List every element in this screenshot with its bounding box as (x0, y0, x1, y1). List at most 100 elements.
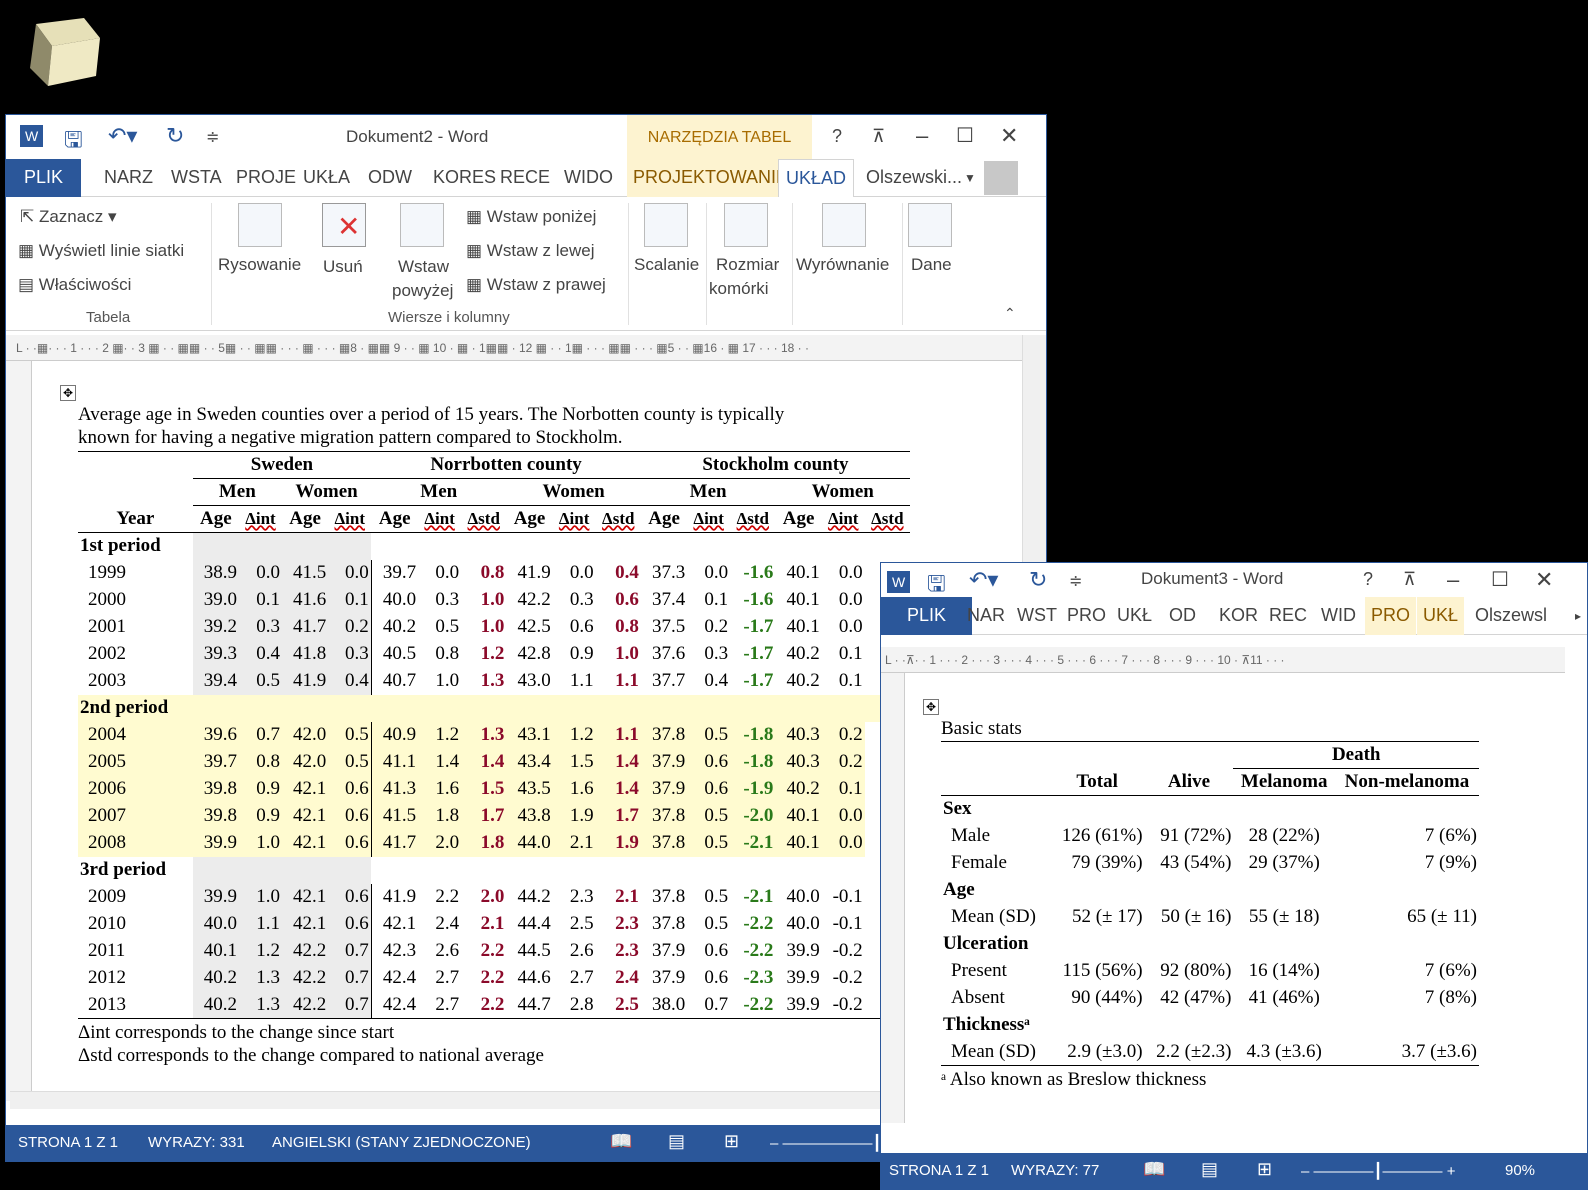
tab-kores[interactable]: KORES (433, 167, 496, 188)
minimize-icon-2[interactable]: – (1447, 567, 1459, 593)
value-cell: 2.2 (480, 967, 505, 988)
tab-wid-2[interactable]: WID (1321, 605, 1356, 626)
close-icon-2[interactable]: ✕ (1535, 567, 1553, 593)
read-mode-icon-2[interactable]: 📖 (1143, 1159, 1165, 1180)
redo-icon[interactable]: ↻ (166, 123, 184, 149)
alignment-icon[interactable] (822, 203, 866, 247)
value-cell: 0.0 (838, 562, 863, 583)
web-layout-icon-2[interactable]: ⊞ (1257, 1159, 1272, 1180)
tab-od-2[interactable]: OD (1169, 605, 1196, 626)
value-cell: 0.7 (704, 993, 729, 1015)
tab-wido[interactable]: WIDO (564, 167, 613, 188)
tab-pro-2[interactable]: PRO (1067, 605, 1106, 626)
zoom-slider-2[interactable]: – ————┃———— + (1301, 1162, 1455, 1180)
insert-left-button[interactable]: ▦ Wstaw z lewej (466, 241, 594, 261)
insert-above-icon[interactable] (400, 203, 444, 247)
zoom-slider[interactable]: – ——————┃ (770, 1134, 882, 1152)
value-cell: 2.3 (569, 886, 594, 907)
tab-projektowanie[interactable]: PROJEKTOWANIE (627, 159, 795, 197)
data-button[interactable]: Dane (911, 255, 952, 275)
section-row: Thicknessᵃ (941, 1012, 1479, 1039)
redo-icon-2[interactable]: ↻ (1029, 567, 1047, 593)
tabs-scroll-right-icon[interactable]: ▸ (1575, 609, 1581, 623)
tab-plik-2[interactable]: PLIK (881, 597, 973, 635)
tab-narz[interactable]: NARZ (104, 167, 153, 188)
help-icon[interactable]: ? (832, 126, 842, 147)
cell-size-button[interactable]: Rozmiar (716, 255, 779, 275)
help-icon-2[interactable]: ? (1363, 569, 1373, 590)
data-icon[interactable] (908, 203, 952, 247)
quick-access-menu-icon[interactable]: ≑ (206, 127, 219, 147)
insert-above-button[interactable]: Wstaw (398, 257, 449, 277)
table-move-handle-icon-2[interactable]: ✥ (923, 699, 939, 715)
print-layout-icon[interactable]: ▤ (668, 1131, 685, 1152)
gridlines-button[interactable]: ▦ Wyświetl linie siatki (18, 241, 184, 261)
value-cell: 42.5 (517, 616, 551, 637)
value-cell: 1.2 (435, 724, 460, 745)
tab-ukla[interactable]: UKŁA (303, 167, 350, 188)
tab-projektowanie-2[interactable]: PRO (1365, 597, 1417, 635)
tab-uklad[interactable]: UKŁAD (778, 159, 855, 198)
status-words-2[interactable]: WYRAZY: 77 (1011, 1162, 1099, 1179)
value-cell: 0.1 (838, 670, 863, 691)
user-menu-chevron-icon[interactable]: ▼ (964, 171, 976, 185)
maximize-icon[interactable]: ☐ (956, 123, 974, 148)
status-words[interactable]: WYRAZY: 331 (148, 1134, 245, 1151)
tab-proje[interactable]: PROJE (236, 167, 296, 188)
insert-right-icon: ▦ (466, 275, 487, 294)
undo-icon[interactable]: ↶▾ (108, 123, 137, 149)
horizontal-scrollbar[interactable] (10, 1091, 1024, 1109)
tab-ukl-2[interactable]: UKŁ (1117, 605, 1152, 626)
ribbon-display-icon[interactable]: ⊼ (872, 126, 885, 147)
insert-below-button[interactable]: ▦ Wstaw poniżej (466, 207, 596, 227)
year-cell: 1999 (88, 562, 126, 583)
horizontal-ruler-2[interactable]: L · ·⊼· · 1 · · · 2 · · · 3 · · · 4 · · … (881, 647, 1565, 673)
tab-plik[interactable]: PLIK (6, 159, 82, 197)
close-icon[interactable]: ✕ (1000, 123, 1018, 149)
draw-button[interactable]: Rysowanie (218, 255, 301, 275)
merge-icon[interactable] (644, 203, 688, 247)
web-layout-icon[interactable]: ⊞ (724, 1131, 739, 1152)
minimize-icon[interactable]: – (916, 123, 928, 149)
tab-kor-2[interactable]: KOR (1219, 605, 1258, 626)
merge-button[interactable]: Scalanie (634, 255, 699, 275)
print-layout-icon-2[interactable]: ▤ (1201, 1159, 1218, 1180)
draw-icon[interactable] (238, 203, 282, 247)
zoom-level[interactable]: 90% (1505, 1162, 1535, 1179)
maximize-icon-2[interactable]: ☐ (1491, 567, 1509, 592)
value-cell: 37.7 (651, 670, 686, 691)
user-name[interactable]: Olszewski... (866, 167, 962, 188)
tab-rece[interactable]: RECE (500, 167, 550, 188)
quick-access-menu-icon-2[interactable]: ≑ (1069, 571, 1082, 591)
collapse-ribbon-icon[interactable]: ⌃ (1004, 305, 1016, 322)
delete-table-icon[interactable]: ✕ (322, 203, 366, 247)
ribbon-display-icon-2[interactable]: ⊼ (1403, 569, 1416, 590)
tab-rec-2[interactable]: REC (1269, 605, 1307, 626)
horizontal-ruler[interactable]: L · ·▦· · · 1 · · · 2 ▦· · 3 ▦ · · ▦▦ · … (6, 335, 1046, 361)
select-button[interactable]: ⇱ Zaznacz ▾ (20, 207, 116, 227)
status-language[interactable]: ANGIELSKI (STANY ZJEDNOCZONE) (272, 1134, 531, 1151)
alignment-button[interactable]: Wyrównanie (796, 255, 889, 275)
header-death-row: Death (941, 741, 1479, 769)
table-move-handle-icon[interactable]: ✥ (60, 385, 76, 401)
delete-button[interactable]: Usuń (323, 257, 363, 277)
properties-button[interactable]: ▤ Właściwości (18, 275, 131, 295)
value-cell: 2.5 (569, 913, 594, 934)
cube-logo-icon (30, 18, 100, 86)
tab-wsta[interactable]: WSTA (171, 167, 222, 188)
read-mode-icon[interactable]: 📖 (610, 1131, 632, 1152)
tab-wst-2[interactable]: WST (1017, 605, 1057, 626)
user-name-2[interactable]: Olszewsl (1475, 605, 1547, 626)
undo-icon-2[interactable]: ↶▾ (969, 567, 998, 593)
insert-right-button[interactable]: ▦ Wstaw z prawej (466, 275, 606, 295)
save-icon[interactable]: 🖫 (64, 123, 83, 161)
tab-odw[interactable]: ODW (368, 167, 412, 188)
status-page[interactable]: STRONA 1 Z 1 (18, 1134, 118, 1151)
tab-uklad-2[interactable]: UKŁ (1417, 597, 1465, 635)
word-app-icon-2: W (887, 571, 911, 593)
avatar[interactable] (984, 161, 1018, 195)
tab-nar-2[interactable]: NAR (967, 605, 1005, 626)
cell-size-icon[interactable] (724, 203, 768, 247)
status-page-2[interactable]: STRONA 1 Z 1 (889, 1162, 989, 1179)
value-cell: -0.2 (832, 940, 863, 961)
